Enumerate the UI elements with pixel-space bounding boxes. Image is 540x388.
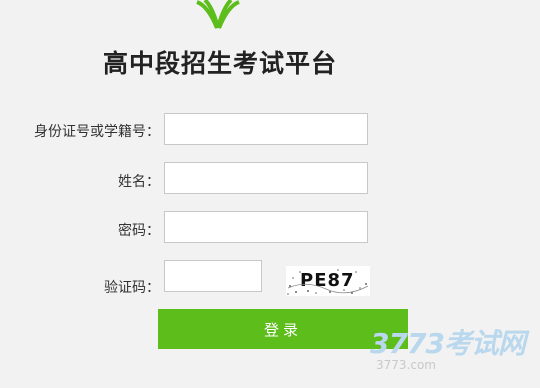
name-field[interactable] bbox=[164, 162, 368, 194]
password-label: 密码： bbox=[118, 223, 160, 239]
id-number-label: 身份证号或学籍号： bbox=[34, 124, 160, 140]
site-watermark: 3773考试网 3773.com bbox=[370, 322, 530, 382]
watermark-main-text: 3773考试网 bbox=[370, 327, 526, 360]
captcha-field[interactable] bbox=[164, 260, 262, 292]
captcha-label: 验证码： bbox=[104, 280, 160, 296]
watermark-sub-text: 3773.com bbox=[376, 358, 436, 372]
id-number-field[interactable] bbox=[164, 113, 368, 145]
password-field[interactable] bbox=[164, 211, 368, 243]
captcha-image-text: PE87 bbox=[300, 270, 355, 291]
captcha-image[interactable]: PE87 bbox=[286, 266, 370, 296]
name-label: 姓名： bbox=[118, 174, 160, 190]
leaf-logo-icon bbox=[196, 0, 240, 29]
page-title: 高中段招生考试平台 bbox=[102, 49, 337, 78]
